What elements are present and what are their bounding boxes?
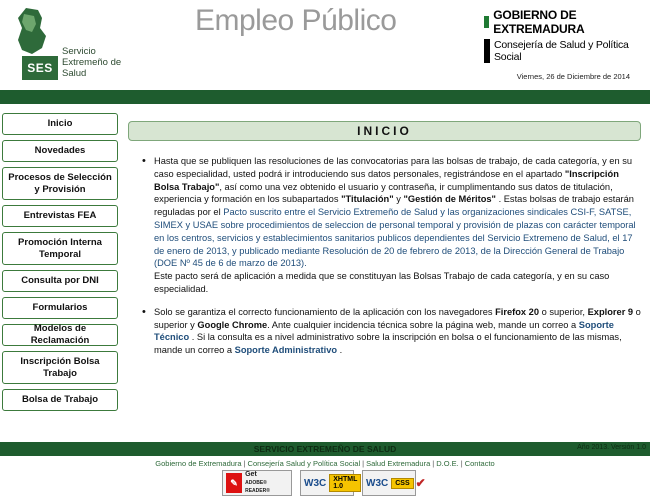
w3c-xhtml-badge[interactable]: W3C XHTML 1.0 ✔ [300,470,373,496]
ses-logo-abbr: SES [22,56,58,80]
footer-link-gobierno[interactable]: Gobierno de Extremadura [155,459,241,468]
gobierno-flag-icon [484,16,490,28]
gobierno-logo[interactable]: GOBIERNO DE EXTREMADURA Consejería de Sa… [484,8,650,63]
sidebar-item-bolsa-trabajo[interactable]: Bolsa de Trabajo [2,389,118,411]
ses-logo-text: Servicio Extremeño de Salud [62,46,122,79]
css-label: CSS [391,477,414,489]
page-header: SES Servicio Extremeño de Salud Empleo P… [0,0,650,90]
text: . Si la consulta es a nivel administrati… [154,332,622,356]
w3c-logo-icon: W3C [304,477,327,489]
sidebar-item-consulta-dni[interactable]: Consulta por DNI [2,270,118,292]
footer-version: Año 2013. Versión 1.0 [577,444,646,451]
sidebar-item-formularios[interactable]: Formularios [2,297,118,319]
ses-logo[interactable]: SES Servicio Extremeño de Salud [12,6,122,82]
content-body: Hasta que se publiquen las resoluciones … [128,155,641,357]
footer-badges: ✎ Get ADOBE® READER® W3C XHTML 1.0 ✔ W3C… [222,470,426,496]
gobierno-title: GOBIERNO DE EXTREMADURA [493,8,585,36]
adobe-reader-label: ADOBE® READER® [245,480,270,494]
text: . [337,345,343,356]
adobe-pdf-icon: ✎ [226,473,243,493]
main-content: INICIO Hasta que se publiquen las resolu… [128,121,641,367]
consejeria-title: Consejería de Salud y Política Social [484,39,650,63]
text-explorer: Explorer 9 [587,306,634,317]
adobe-reader-badge[interactable]: ✎ Get ADOBE® READER® [222,470,292,496]
pacto-link[interactable]: Pacto suscrito entre el Servicio Extreme… [154,207,636,268]
footer-link-contacto[interactable]: Contacto [465,459,495,468]
sidebar-item-inscripcion-bolsa[interactable]: Inscripción Bolsa Trabajo [2,351,118,384]
soporte-administrativo-link[interactable]: Soporte Administrativo [235,345,337,355]
current-date: Viernes, 26 de Diciembre de 2014 [516,72,630,81]
sidebar-item-novedades[interactable]: Novedades [2,140,118,162]
w3c-logo-icon: W3C [366,477,389,489]
footer-bar: SERVICIO EXTREMEÑO DE SALUD Año 2013. Ve… [0,442,650,456]
text: . Ante cualquier incidencia técnica sobr… [267,319,579,330]
footer-link-consejeria[interactable]: Consejería Salud y Política Social [248,459,361,468]
info-paragraph-bolsas: Hasta que se publiquen las resoluciones … [142,155,641,296]
footer-link-salud[interactable]: Salud Extremadura [366,459,430,468]
info-paragraph-navegadores: Solo se garantiza el correcto funcionami… [142,306,641,357]
text-chrome: Google Chrome [197,319,268,330]
sidebar-item-entrevistas-fea[interactable]: Entrevistas FEA [2,205,118,227]
text: Hasta que se publiquen las resoluciones … [154,156,633,179]
text: o superior, [539,306,588,317]
text-gestion-meritos: "Gestión de Méritos" [403,194,496,205]
sidebar-item-modelos-reclamacion[interactable]: Modelos de Reclamación [2,323,118,346]
pacto-note: Este pacto será de aplicación a medida q… [154,271,610,294]
sidebar-item-inicio[interactable]: Inicio [2,113,118,135]
footer-links: Gobierno de Extremadura | Consejería Salud… [0,459,650,468]
page-title: INICIO [128,121,641,141]
text: Solo se garantiza el correcto funcionami… [154,306,496,317]
site-title: Empleo Público [195,4,397,37]
text: y [393,194,404,205]
footer-title: SERVICIO EXTREMEÑO DE SALUD [253,444,397,454]
adobe-get-label: Get [245,471,257,478]
sidebar-item-promocion-interna[interactable]: Promoción Interna Temporal [2,232,118,265]
text-titulacion: "Titulación" [341,194,394,205]
text-firefox: Firefox 20 [495,306,540,317]
checkmark-icon: ✔ [415,476,426,490]
sidebar-nav: Inicio Novedades Procesos de Selección y… [2,113,118,416]
header-divider [0,90,650,104]
xhtml-label: XHTML 1.0 [329,474,362,492]
footer-link-doe[interactable]: D.O.E. [436,459,459,468]
sidebar-item-procesos-seleccion[interactable]: Procesos de Selección y Provisión [2,167,118,200]
w3c-css-badge[interactable]: W3C CSS ✔ [362,470,426,496]
